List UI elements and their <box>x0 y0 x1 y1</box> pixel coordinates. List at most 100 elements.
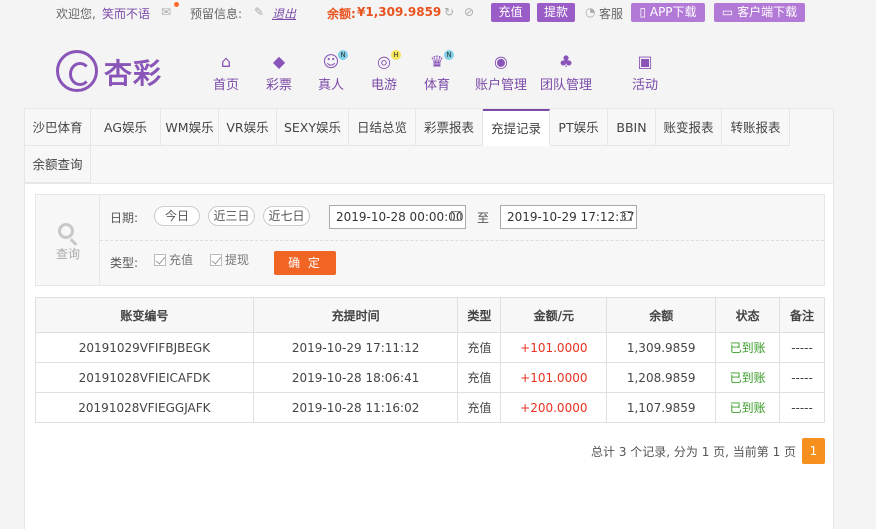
monitor-icon: ▭ <box>721 5 738 19</box>
end-date-value: 2019-10-29 17:12:37 <box>507 210 635 224</box>
withdraw-button[interactable]: 提款 <box>537 3 575 22</box>
date-label: 日期: <box>110 211 139 225</box>
column-header: 账变编号 <box>35 297 254 333</box>
table-cell: 2019-10-29 17:11:12 <box>252 332 459 363</box>
table-cell: 2019-10-28 11:16:02 <box>252 392 459 423</box>
hide-eye-icon[interactable]: ⊘ <box>464 5 474 19</box>
service-icon[interactable]: ◔ <box>585 5 595 19</box>
type-recharge-label: 充值 <box>169 253 194 267</box>
nav-item-label: 活动 <box>631 78 658 93</box>
phone-icon: ▯ <box>639 5 650 19</box>
quick-three-days-button[interactable]: 近三日 <box>208 206 255 226</box>
column-header: 金额/元 <box>500 297 608 333</box>
refresh-icon[interactable]: ↻ <box>444 5 454 19</box>
gift-icon: ▣ <box>637 52 653 71</box>
table-cell: ----- <box>779 392 825 423</box>
table-cell: 充值 <box>457 392 502 423</box>
balance-label: 余额: <box>327 7 356 21</box>
type-label: 类型: <box>110 256 139 270</box>
app-download-button[interactable]: ▯ APP下载 <box>631 3 705 22</box>
page-button-current[interactable]: 1 <box>802 438 825 464</box>
calendar-icon[interactable] <box>622 211 632 221</box>
tab-12[interactable]: 余额查询 <box>25 146 91 183</box>
mail-icon[interactable]: ✉ <box>161 5 171 19</box>
app-download-label: APP下载 <box>649 5 697 19</box>
team-icon: ♣ <box>558 52 574 71</box>
search-icon <box>58 223 74 239</box>
filter-divider <box>100 240 824 241</box>
table-cell: 20191028VFIEICAFDK <box>35 362 254 393</box>
records-table: 账变编号 充提时间 类型 金额/元 余额 状态 备注 20191029VFIFBJBEGK 2… <box>35 297 825 423</box>
nav-item-6[interactable]: ♣ 团队管理 <box>526 52 606 93</box>
service-link[interactable]: 客服 <box>599 5 623 22</box>
logo-text: 杏彩 <box>104 57 163 90</box>
table-row: 20191028VFIEGGJAFK 2019-10-28 11:16:02 充值 +… <box>35 392 825 423</box>
tab-6[interactable]: 彩票报表 <box>416 109 483 146</box>
nav-item-label: 团队管理 <box>539 78 592 93</box>
table-cell: +101.0000 <box>500 362 608 393</box>
tab-2[interactable]: WM娱乐 <box>161 109 219 146</box>
table-cell: 1,309.9859 <box>606 332 717 363</box>
tab-0[interactable]: 沙巴体育 <box>25 109 91 146</box>
tab-10[interactable]: 账变报表 <box>656 109 722 146</box>
type-withdraw-checkbox[interactable]: 提现 <box>210 251 249 268</box>
recharge-button[interactable]: 充值 <box>491 3 530 22</box>
table-cell: 2019-10-28 18:06:41 <box>252 362 459 393</box>
column-header: 备注 <box>779 297 825 333</box>
logout-link[interactable]: 退出 <box>272 5 296 22</box>
unread-dot <box>174 2 179 7</box>
column-header: 类型 <box>457 297 502 333</box>
checkbox-icon <box>154 254 166 266</box>
tab-11[interactable]: 转账报表 <box>722 109 790 146</box>
table-cell: 已到账 <box>715 392 781 423</box>
balance-value: ¥1,309.9859 <box>357 5 442 19</box>
table-body: 20191029VFIFBJBEGK 2019-10-29 17:11:12 充值 +… <box>35 332 825 423</box>
nav-item-7[interactable]: ▣ 活动 <box>605 52 685 93</box>
edit-icon[interactable]: ✎ <box>254 5 264 19</box>
search-section[interactable]: 查询 <box>36 195 100 285</box>
table-cell: ----- <box>779 362 825 393</box>
calendar-icon[interactable] <box>451 211 461 221</box>
pager-summary: 总计 3 个记录, 分为 1 页, 当前第 1 页 <box>591 445 797 459</box>
tab-5[interactable]: 日结总览 <box>349 109 416 146</box>
tab-8[interactable]: PT娱乐 <box>550 109 608 146</box>
quick-today-button[interactable]: 今日 <box>154 206 200 226</box>
table-cell: +101.0000 <box>500 332 608 363</box>
main-panel: 沙巴体育 AG娱乐 WM娱乐 VR娱乐 SEXY娱乐 日结总览 彩票报表 充提记录 PT娱乐 BB… <box>24 108 834 529</box>
logo-emblem-icon <box>56 50 98 92</box>
reserved-info-label: 预留信息: <box>190 7 243 21</box>
table-cell: 20191028VFIEGGJAFK <box>35 392 254 423</box>
column-header: 充提时间 <box>252 297 459 333</box>
tab-1[interactable]: AG娱乐 <box>91 109 161 146</box>
client-download-button[interactable]: ▭ 客户端下载 <box>714 3 805 22</box>
top-bar: 欢迎您, 笑而不语 ✉ 预留信息: ✎ 退出 余额: ¥1,309.9859 ↻… <box>0 0 876 26</box>
table-cell: 充值 <box>457 332 502 363</box>
table-cell: +200.0000 <box>500 392 608 423</box>
type-withdraw-label: 提现 <box>225 253 250 267</box>
table-cell: 已到账 <box>715 332 781 363</box>
table-cell: 充值 <box>457 362 502 393</box>
table-cell: ----- <box>779 332 825 363</box>
table-header-row: 账变编号 充提时间 类型 金额/元 余额 状态 备注 <box>35 297 825 333</box>
confirm-button[interactable]: 确 定 <box>274 251 336 275</box>
filter-box: 查询 日期: 今日 近三日 近七日 2019-10-28 00:00:00 至 … <box>35 194 825 286</box>
welcome-text: 欢迎您, <box>56 7 96 21</box>
username[interactable]: 笑而不语 <box>102 5 150 22</box>
tab-4[interactable]: SEXY娱乐 <box>277 109 349 146</box>
table-cell: 20191029VFIFBJBEGK <box>35 332 254 363</box>
table-cell: 1,208.9859 <box>606 362 717 393</box>
quick-seven-days-button[interactable]: 近七日 <box>263 206 310 226</box>
type-recharge-checkbox[interactable]: 充值 <box>154 251 193 268</box>
tab-3[interactable]: VR娱乐 <box>219 109 277 146</box>
column-header: 余额 <box>606 297 717 333</box>
checkbox-icon <box>210 254 222 266</box>
tab-7[interactable]: 充提记录 <box>483 109 550 146</box>
table-row: 20191028VFIEICAFDK 2019-10-28 18:06:41 充值 +… <box>35 362 825 393</box>
tab-9[interactable]: BBIN <box>608 109 656 146</box>
start-date-input[interactable]: 2019-10-28 00:00:00 <box>329 205 466 229</box>
start-date-value: 2019-10-28 00:00:00 <box>336 210 464 224</box>
column-header: 状态 <box>715 297 781 333</box>
end-date-input[interactable]: 2019-10-29 17:12:37 <box>500 205 637 229</box>
site-logo[interactable]: 杏彩 <box>56 50 176 92</box>
table-cell: 1,107.9859 <box>606 392 717 423</box>
